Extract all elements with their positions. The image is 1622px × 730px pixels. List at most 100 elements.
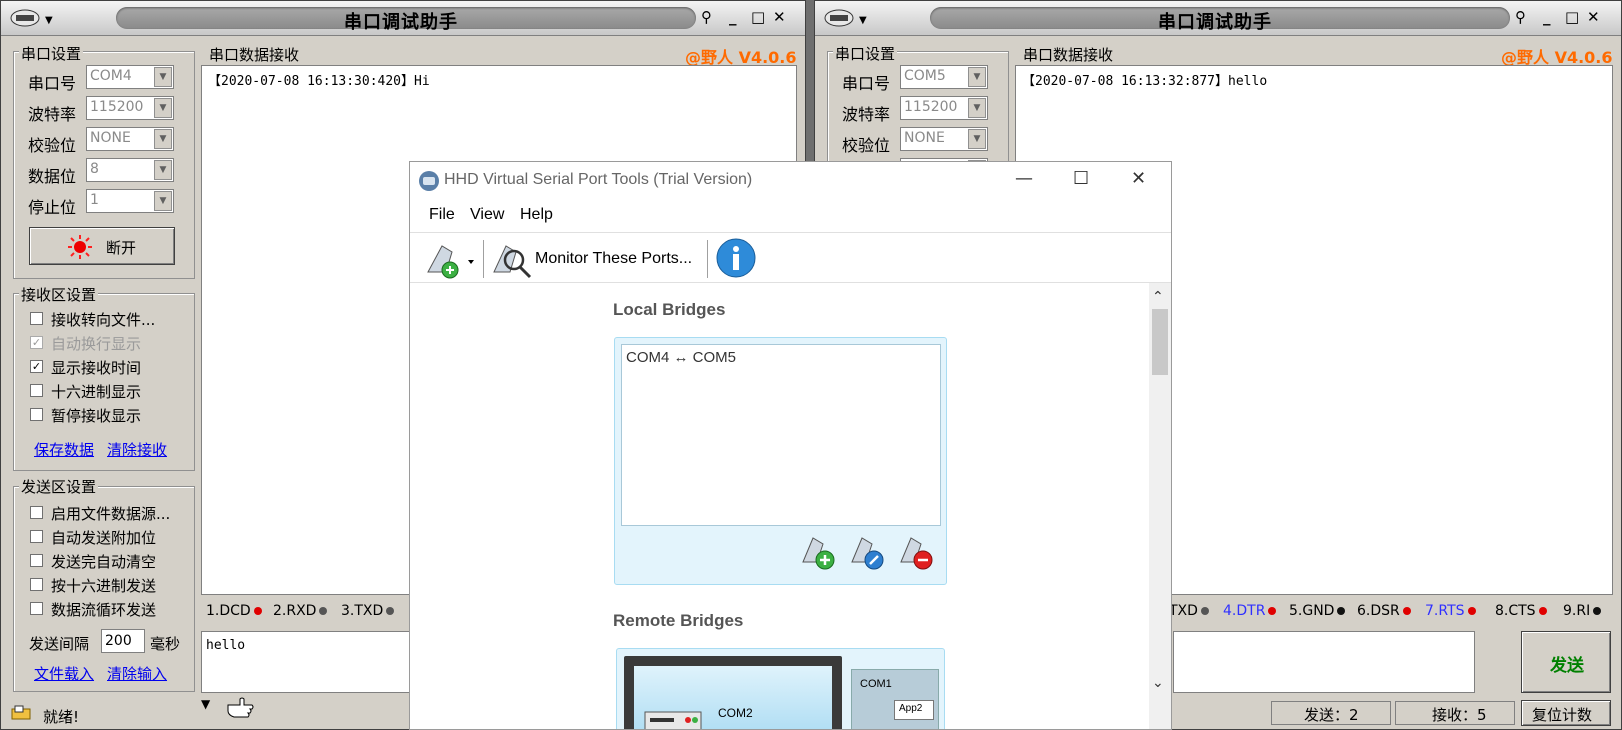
menu-view[interactable]: View (470, 206, 504, 224)
chevron-down-icon[interactable]: ▼ (968, 129, 986, 149)
checkbox-auto-clear[interactable] (30, 554, 43, 567)
baud-label: 波特率 (28, 105, 77, 124)
send-interval-value: 200 (105, 633, 132, 649)
remove-bridge-button[interactable] (897, 532, 939, 576)
sent-count: 发送：2 (1304, 706, 1359, 724)
clear-receive-link[interactable]: 清除接收 (107, 439, 167, 460)
port-value: COM4 (90, 68, 132, 84)
clear-input-link[interactable]: 清除输入 (107, 663, 167, 684)
pin-icon[interactable]: ⚲ (701, 8, 712, 26)
open-close-port-button[interactable]: 断开 (29, 227, 175, 265)
signal-txd: 3.TXD (341, 603, 395, 619)
close-button[interactable]: ✕ (1587, 8, 1600, 26)
baud-select[interactable]: 115200 ▼ (900, 96, 988, 120)
bridge-item[interactable]: COM4 ↔ COM5 (626, 349, 736, 366)
scroll-down-icon[interactable]: ⌄ (1152, 675, 1164, 691)
send-button[interactable]: 发送 (1521, 631, 1611, 693)
parity-value: NONE (904, 130, 945, 146)
signal-label: 9.RI (1563, 603, 1591, 619)
send-interval-input[interactable]: 200 (101, 629, 145, 653)
hhd-title-bar: HHD Virtual Serial Port Tools (Trial Ver… (410, 162, 1171, 200)
remote-diagram-monitor: COM2 (624, 656, 842, 729)
info-button[interactable] (715, 237, 757, 283)
close-button[interactable]: ✕ (1131, 168, 1146, 189)
scrollbar-thumb[interactable] (1152, 309, 1168, 375)
maximize-button[interactable]: □ (751, 8, 765, 26)
window-menu-icon[interactable]: ▼ (821, 8, 877, 28)
minimize-button[interactable]: _ (729, 8, 737, 26)
left-title-bar: ▼ 串口调试助手 ⚲ _ □ ✕ (1, 1, 805, 36)
chevron-down-icon[interactable]: ▼ (154, 67, 172, 87)
remote-diagram-pc: COM1 App2 (851, 669, 939, 729)
reset-count-button[interactable]: 复位计数 (1521, 700, 1611, 726)
save-data-link[interactable]: 保存数据 (34, 439, 94, 460)
reset-count-label: 复位计数 (1532, 706, 1593, 724)
parity-select[interactable]: NONE ▼ (86, 127, 174, 151)
menu-help[interactable]: Help (520, 206, 553, 224)
signal-ri: 9.RI (1563, 603, 1602, 619)
close-button[interactable]: ✕ (773, 8, 786, 26)
open-button-label: 断开 (106, 239, 137, 257)
append-bits-label: 自动发送附加位 (51, 529, 157, 547)
receive-area-label: 串口数据接收 (207, 44, 302, 65)
load-file-link[interactable]: 文件载入 (34, 663, 94, 684)
minimize-button[interactable]: — (1015, 168, 1033, 189)
maximize-button[interactable]: ☐ (1073, 168, 1089, 189)
add-port-dropdown-button[interactable] (422, 238, 480, 284)
red-led-icon (1268, 607, 1277, 615)
chevron-down-icon[interactable]: ▼ (154, 160, 172, 180)
checkbox-append-bits[interactable] (30, 530, 43, 543)
checkbox-file-source[interactable] (30, 506, 43, 519)
send-button-label: 发送 (1550, 656, 1584, 676)
signal-dcd: 1.DCD (206, 603, 262, 619)
port-select[interactable]: COM5 ▼ (900, 65, 988, 89)
signal-label: 3.TXD (341, 603, 384, 619)
signal-label: TXD (1169, 603, 1198, 619)
bridges-list[interactable]: COM4 ↔ COM5 (621, 344, 941, 526)
checkbox-hex-send[interactable] (30, 578, 43, 591)
menu-file[interactable]: File (429, 206, 455, 224)
parity-select[interactable]: NONE ▼ (900, 127, 988, 151)
loop-send-label: 数据流循环发送 (51, 601, 157, 619)
caret-icon: ▼ (201, 697, 211, 711)
remote-bridges-heading: Remote Bridges (613, 611, 744, 630)
pin-icon[interactable]: ⚲ (1515, 8, 1526, 26)
file-source-label: 启用文件数据源... (51, 505, 171, 523)
status-icon (11, 705, 33, 725)
databits-select[interactable]: 8 ▼ (86, 158, 174, 182)
maximize-button[interactable]: □ (1565, 8, 1579, 26)
checkbox-show-receive-time[interactable]: ✓ (30, 360, 43, 373)
hhd-menu-bar: File View Help (410, 200, 1171, 233)
hand-pointer-icon[interactable] (226, 695, 256, 723)
window-title: 串口调试助手 (344, 12, 458, 33)
chevron-down-icon[interactable]: ▼ (154, 98, 172, 118)
chevron-down-icon[interactable]: ▼ (154, 129, 172, 149)
window-menu-icon[interactable]: ▼ (7, 8, 63, 28)
baud-select[interactable]: 115200 ▼ (86, 96, 174, 120)
interval-unit-label: 毫秒 (150, 635, 181, 653)
vertical-scrollbar[interactable]: ⌃ ⌄ (1149, 283, 1171, 729)
port-settings-label: 串口设置 (833, 43, 898, 64)
stopbits-label: 停止位 (28, 198, 77, 217)
chevron-down-icon[interactable]: ▼ (968, 67, 986, 87)
port-label: 串口号 (28, 74, 77, 93)
edit-bridge-button[interactable] (848, 532, 890, 576)
scroll-up-icon[interactable]: ⌃ (1152, 289, 1164, 305)
port-select[interactable]: COM4 ▼ (86, 65, 174, 89)
pause-display-label: 暂停接收显示 (51, 407, 142, 425)
checkbox-hex-display[interactable] (30, 384, 43, 397)
checkbox-pause-display[interactable] (30, 408, 43, 421)
databits-label: 数据位 (28, 167, 77, 186)
checkbox-redirect-to-file[interactable] (30, 312, 43, 325)
add-bridge-button[interactable] (799, 532, 841, 576)
chevron-down-icon[interactable]: ▼ (968, 98, 986, 118)
recv-count-box: 接收：5 (1395, 701, 1515, 725)
minimize-button[interactable]: _ (1543, 8, 1551, 26)
sent-count-box: 发送：2 (1271, 701, 1391, 725)
chevron-down-icon[interactable]: ▼ (154, 191, 172, 211)
checkbox-loop-send[interactable] (30, 602, 43, 615)
send-text-area[interactable] (1173, 631, 1475, 693)
signal-label: 1.DCD (206, 603, 251, 619)
stopbits-select[interactable]: 1 ▼ (86, 189, 174, 213)
com1-label: COM1 (860, 678, 892, 690)
